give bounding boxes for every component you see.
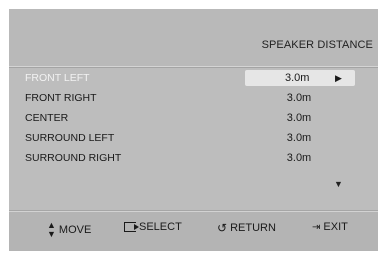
list-item-surround-left[interactable]: SURROUND LEFT 3.0m [9,129,378,147]
list-item-center[interactable]: CENTER 3.0m [9,109,378,127]
list-item-front-left[interactable]: FRONT LEFT 3.0m ▶ [9,69,378,87]
enter-icon [124,222,139,232]
return-hint: ↺ RETURN [217,221,276,235]
move-label: MOVE [58,224,92,236]
header: SPEAKER DISTANCE [9,9,378,66]
distance-value: 3.0m [286,132,312,144]
exit-hint: ⇥ EXIT [312,221,348,233]
exit-label: EXIT [323,221,348,233]
distance-value-field[interactable]: 3.0m ▶ [245,70,355,86]
divider [9,67,378,68]
page-title: SPEAKER DISTANCE [261,39,373,51]
footer-hint-bar: ▲ ▼ MOVE SELECT ↺ RETURN ⇥ EXIT [9,212,378,251]
return-label: RETURN [230,222,276,234]
move-hint: ▲ ▼ MOVE [47,221,91,239]
distance-value: 3.0m [286,112,312,124]
list-item-label: CENTER [25,112,69,124]
list-item-front-right[interactable]: FRONT RIGHT 3.0m [9,89,378,107]
select-hint: SELECT [124,221,182,233]
up-down-arrows-icon: ▲ ▼ [47,220,56,239]
list-item-label: FRONT LEFT [25,72,90,84]
list-item-label: SURROUND RIGHT [25,152,122,164]
list-item-label: SURROUND LEFT [25,132,115,144]
list-item-surround-right[interactable]: SURROUND RIGHT 3.0m [9,149,378,167]
select-label: SELECT [139,221,182,233]
distance-value: 3.0m [285,72,310,84]
distance-value: 3.0m [286,152,312,164]
scroll-down-icon[interactable]: ▼ [334,179,343,189]
return-icon: ↺ [217,221,228,235]
osd-screen: SPEAKER DISTANCE FRONT LEFT 3.0m ▶ FRONT… [9,9,378,251]
distance-value: 3.0m [286,92,312,104]
exit-icon: ⇥ [312,221,321,233]
list-item-label: FRONT RIGHT [25,92,97,104]
play-right-icon[interactable]: ▶ [335,70,342,86]
